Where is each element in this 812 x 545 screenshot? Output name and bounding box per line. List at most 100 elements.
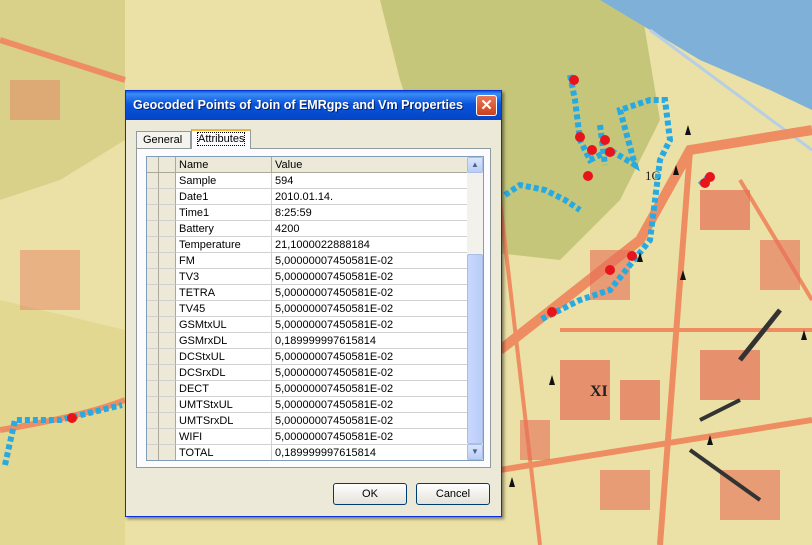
row-selector[interactable] bbox=[147, 381, 159, 397]
table-header-row: Name Value bbox=[147, 157, 469, 173]
attribute-name: TOTAL bbox=[176, 445, 272, 460]
row-selector[interactable] bbox=[159, 205, 176, 221]
row-selector[interactable] bbox=[147, 221, 159, 237]
attribute-value[interactable]: 5,00000007450581E-02 bbox=[272, 317, 469, 333]
properties-dialog: Geocoded Points of Join of EMRgps and Vm… bbox=[125, 90, 502, 517]
row-selector[interactable] bbox=[147, 413, 159, 429]
cancel-button[interactable]: Cancel bbox=[416, 483, 490, 505]
row-selector[interactable] bbox=[147, 333, 159, 349]
attribute-value[interactable]: 5,00000007450581E-02 bbox=[272, 381, 469, 397]
row-selector[interactable] bbox=[147, 397, 159, 413]
attributes-panel: Name Value Sample 594 Date1 2010.01.14. Time… bbox=[136, 148, 491, 468]
attribute-value[interactable]: 5,00000007450581E-02 bbox=[272, 429, 469, 445]
row-selector[interactable] bbox=[147, 429, 159, 445]
row-selector[interactable] bbox=[159, 349, 176, 365]
row-selector[interactable] bbox=[147, 269, 159, 285]
table-row[interactable]: TV45 5,00000007450581E-02 bbox=[147, 301, 469, 317]
row-selector[interactable] bbox=[159, 301, 176, 317]
table-row[interactable]: Sample 594 bbox=[147, 173, 469, 189]
row-selector[interactable] bbox=[147, 189, 159, 205]
attribute-value[interactable]: 8:25:59 bbox=[272, 205, 469, 221]
row-selector[interactable] bbox=[159, 381, 176, 397]
table-row[interactable]: DCSrxDL 5,00000007450581E-02 bbox=[147, 365, 469, 381]
attribute-value[interactable]: 21,1000022888184 bbox=[272, 237, 469, 253]
table-row[interactable]: FM 5,00000007450581E-02 bbox=[147, 253, 469, 269]
attribute-value[interactable]: 5,00000007450581E-02 bbox=[272, 397, 469, 413]
table-row[interactable]: Date1 2010.01.14. bbox=[147, 189, 469, 205]
attribute-name: UMTSrxDL bbox=[176, 413, 272, 429]
row-selector[interactable] bbox=[159, 269, 176, 285]
table-row[interactable]: WIFI 5,00000007450581E-02 bbox=[147, 429, 469, 445]
attribute-name: WIFI bbox=[176, 429, 272, 445]
attribute-value[interactable]: 5,00000007450581E-02 bbox=[272, 269, 469, 285]
row-selector[interactable] bbox=[159, 237, 176, 253]
attribute-name: TETRA bbox=[176, 285, 272, 301]
table-row[interactable]: GSMtxUL 5,00000007450581E-02 bbox=[147, 317, 469, 333]
row-selector[interactable] bbox=[159, 189, 176, 205]
attribute-value[interactable]: 0,189999997615814 bbox=[272, 445, 469, 460]
row-selector[interactable] bbox=[159, 221, 176, 237]
header-corner bbox=[147, 157, 159, 173]
attribute-value[interactable]: 5,00000007450581E-02 bbox=[272, 285, 469, 301]
attribute-name: GSMrxDL bbox=[176, 333, 272, 349]
table-row[interactable]: UMTSrxDL 5,00000007450581E-02 bbox=[147, 413, 469, 429]
table-row[interactable]: TETRA 5,00000007450581E-02 bbox=[147, 285, 469, 301]
row-selector[interactable] bbox=[159, 173, 176, 189]
row-selector[interactable] bbox=[147, 173, 159, 189]
tab-attributes[interactable]: Attributes bbox=[191, 129, 251, 149]
row-selector[interactable] bbox=[147, 365, 159, 381]
row-selector[interactable] bbox=[147, 285, 159, 301]
attribute-name: FM bbox=[176, 253, 272, 269]
table-row[interactable]: Battery 4200 bbox=[147, 221, 469, 237]
table-row[interactable]: Temperature 21,1000022888184 bbox=[147, 237, 469, 253]
close-icon[interactable]: ✕ bbox=[476, 95, 497, 116]
attribute-name: Sample bbox=[176, 173, 272, 189]
scroll-thumb[interactable] bbox=[467, 254, 483, 444]
row-selector[interactable] bbox=[147, 317, 159, 333]
row-selector[interactable] bbox=[147, 301, 159, 317]
row-selector[interactable] bbox=[159, 397, 176, 413]
table-row[interactable]: TV3 5,00000007450581E-02 bbox=[147, 269, 469, 285]
column-header-value[interactable]: Value bbox=[272, 157, 469, 173]
table-row[interactable]: DCStxUL 5,00000007450581E-02 bbox=[147, 349, 469, 365]
table-row[interactable]: DECT 5,00000007450581E-02 bbox=[147, 381, 469, 397]
dialog-titlebar[interactable]: Geocoded Points of Join of EMRgps and Vm… bbox=[126, 91, 501, 120]
row-selector[interactable] bbox=[159, 253, 176, 269]
row-selector[interactable] bbox=[147, 253, 159, 269]
row-selector[interactable] bbox=[147, 445, 159, 460]
row-selector[interactable] bbox=[159, 445, 176, 460]
attribute-value[interactable]: 5,00000007450581E-02 bbox=[272, 413, 469, 429]
attribute-value[interactable]: 5,00000007450581E-02 bbox=[272, 301, 469, 317]
tab-general[interactable]: General bbox=[136, 131, 191, 148]
attribute-value[interactable]: 5,00000007450581E-02 bbox=[272, 253, 469, 269]
table-row[interactable]: TOTAL 0,189999997615814 bbox=[147, 445, 469, 460]
attribute-value[interactable]: 0,189999997615814 bbox=[272, 333, 469, 349]
scroll-up-icon[interactable]: ▲ bbox=[467, 157, 483, 173]
row-selector[interactable] bbox=[147, 205, 159, 221]
attribute-value[interactable]: 5,00000007450581E-02 bbox=[272, 349, 469, 365]
row-selector[interactable] bbox=[147, 237, 159, 253]
row-selector[interactable] bbox=[159, 317, 176, 333]
table-row[interactable]: Time1 8:25:59 bbox=[147, 205, 469, 221]
row-selector[interactable] bbox=[159, 365, 176, 381]
table-row[interactable]: UMTStxUL 5,00000007450581E-02 bbox=[147, 397, 469, 413]
row-selector[interactable] bbox=[159, 413, 176, 429]
attribute-name: Battery bbox=[176, 221, 272, 237]
attribute-value[interactable]: 4200 bbox=[272, 221, 469, 237]
map-label-road: 1C bbox=[645, 168, 660, 183]
table-row[interactable]: GSMrxDL 0,189999997615814 bbox=[147, 333, 469, 349]
row-selector[interactable] bbox=[159, 333, 176, 349]
column-header-name[interactable]: Name bbox=[176, 157, 272, 173]
attribute-value[interactable]: 594 bbox=[272, 173, 469, 189]
row-selector[interactable] bbox=[159, 285, 176, 301]
ok-button[interactable]: OK bbox=[333, 483, 407, 505]
tab-attributes-label: Attributes bbox=[196, 132, 246, 146]
scroll-down-icon[interactable]: ▼ bbox=[467, 444, 483, 460]
attribute-value[interactable]: 5,00000007450581E-02 bbox=[272, 365, 469, 381]
vertical-scrollbar[interactable]: ▲ ▼ bbox=[467, 157, 483, 460]
attribute-name: Date1 bbox=[176, 189, 272, 205]
row-selector[interactable] bbox=[159, 429, 176, 445]
row-selector[interactable] bbox=[147, 349, 159, 365]
attribute-name: UMTStxUL bbox=[176, 397, 272, 413]
attribute-value[interactable]: 2010.01.14. bbox=[272, 189, 469, 205]
